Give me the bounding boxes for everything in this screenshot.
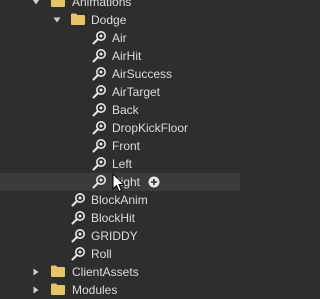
tree-row-animation[interactable]: BlockHit [0,209,240,227]
tree-row-modules[interactable]: Modules [0,281,240,299]
chevron-right-icon[interactable] [31,281,41,299]
tree-row-animation[interactable]: AirHit [0,47,240,65]
tree-row-label: Roll [91,247,112,261]
tree-row-label: Modules [72,283,118,297]
explorer-tree: Animations Dodge Air AirHit AirSuccess A [0,0,240,299]
folder-icon [50,0,66,10]
tree-row-label: Animations [72,0,132,9]
animation-icon [91,174,107,190]
tree-row-label: DropKickFloor [112,121,189,135]
animation-icon [70,228,86,244]
tree-row-label: Dodge [91,13,127,27]
tree-row-label: Right [112,175,141,189]
tree-row-label: BlockAnim [91,193,148,207]
animation-icon [91,156,107,172]
tree-row-animation[interactable]: Back [0,101,240,119]
tree-row-animation[interactable]: GRIDDY [0,227,240,245]
tree-row-label: Back [112,103,139,117]
tree-row-animation[interactable]: Left [0,155,240,173]
chevron-down-icon[interactable] [31,0,41,11]
plus-circle-icon[interactable] [148,176,160,188]
animation-icon [91,48,107,64]
folder-icon [50,264,66,280]
tree-row-animation[interactable]: DropKickFloor [0,119,240,137]
animation-icon [70,210,86,226]
animation-icon [91,102,107,118]
tree-row-dodge[interactable]: Dodge [0,11,240,29]
tree-row-label: AirSuccess [112,67,173,81]
animation-icon [70,246,86,262]
tree-row-label: GRIDDY [91,229,138,243]
tree-row-animation[interactable]: BlockAnim [0,191,240,209]
tree-row-label: AirHit [112,49,142,63]
tree-row-animation[interactable]: Air [0,29,240,47]
tree-row-animation[interactable]: AirTarget [0,83,240,101]
tree-row-animation[interactable]: AirSuccess [0,65,240,83]
tree-row-label: ClientAssets [72,265,139,279]
tree-row-animations[interactable]: Animations [0,0,240,11]
animation-icon [70,192,86,208]
animation-icon [91,120,107,136]
tree-row-animation-hovered[interactable]: Right [0,173,240,191]
animation-icon [91,66,107,82]
chevron-down-icon[interactable] [52,11,62,29]
tree-row-label: BlockHit [91,211,136,225]
chevron-right-icon[interactable] [31,263,41,281]
animation-icon [91,84,107,100]
folder-icon [70,12,86,28]
tree-row-clientassets[interactable]: ClientAssets [0,263,240,281]
animation-icon [91,30,107,46]
animation-icon [91,138,107,154]
tree-row-label: Air [112,31,127,45]
tree-row-label: Front [112,139,141,153]
tree-row-animation[interactable]: Front [0,137,240,155]
tree-row-animation[interactable]: Roll [0,245,240,263]
tree-row-label: Left [112,157,133,171]
tree-row-label: AirTarget [112,85,161,99]
